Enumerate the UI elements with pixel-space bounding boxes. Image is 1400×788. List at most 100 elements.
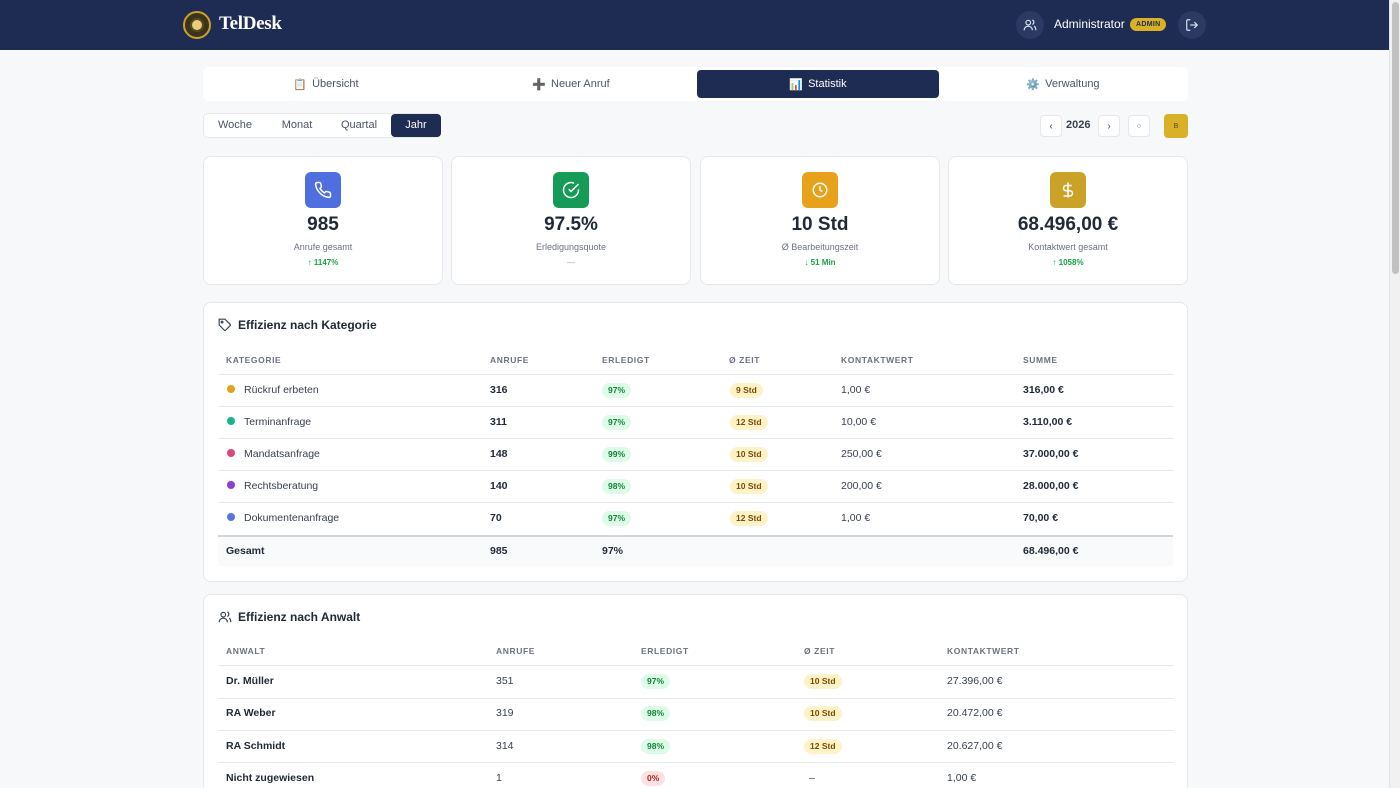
category-done-badge: 99% (602, 447, 632, 462)
tab-statistik[interactable]: 📊 Statistik (697, 70, 939, 98)
dollar-icon (1050, 172, 1086, 208)
plus-icon: ➕ (532, 78, 546, 91)
lawyer-value: 20.472,00 € (947, 707, 1003, 719)
kpi-card-value: 68.496,00 € Kontaktwert gesamt ↑ 1058% (948, 156, 1188, 285)
kpi-value: 985 (307, 214, 339, 235)
lawyer-name: RA Weber (226, 707, 276, 719)
total-calls: 985 (490, 545, 508, 557)
kpi-trend: ↑ 1058% (1052, 258, 1084, 267)
period-selector: Woche Monat Quartal Jahr (203, 113, 441, 138)
tab-neuer-anruf[interactable]: ➕ Neuer Anruf (451, 70, 691, 98)
category-color-dot (227, 513, 235, 521)
col-header-sum[interactable]: SUMME (1023, 355, 1058, 365)
row-divider (218, 698, 1173, 699)
period-quartal[interactable]: Quartal (328, 114, 390, 137)
lawyer-calls: 319 (496, 707, 514, 719)
category-sum: 316,00 € (1023, 384, 1064, 396)
category-time-badge: 9 Std (730, 383, 763, 398)
section-title-text: Effizienz nach Anwalt (238, 610, 361, 624)
category-name: Rückruf erbeten (244, 384, 319, 396)
row-divider (218, 730, 1173, 731)
chevron-left-icon: ‹ (1049, 120, 1053, 132)
section-title-text: Effizienz nach Kategorie (238, 318, 377, 332)
category-value: 1,00 € (841, 384, 871, 396)
category-done-badge: 97% (602, 511, 632, 526)
col-header-calls[interactable]: ANRUFE (490, 355, 529, 365)
total-label: Gesamt (226, 545, 265, 557)
kpi-label: Ø Bearbeitungszeit (781, 242, 859, 252)
category-color-dot (227, 417, 235, 425)
category-calls: 148 (490, 448, 508, 460)
lawyer-done-badge: 0% (641, 771, 666, 786)
lawyer-done-badge: 98% (641, 706, 671, 721)
category-color-dot (227, 385, 235, 393)
col-header-time[interactable]: Ø ZEIT (804, 646, 835, 656)
category-name: Dokumentenanfrage (244, 512, 340, 524)
role-badge: ADMIN (1130, 18, 1167, 31)
period-monat[interactable]: Monat (266, 114, 328, 137)
total-divider (218, 535, 1173, 537)
col-header-done[interactable]: ERLEDIGT (641, 646, 689, 656)
col-header-time[interactable]: Ø ZEIT (729, 355, 760, 365)
tab-label: Neuer Anruf (551, 78, 610, 90)
page-scrollbar[interactable] (1389, 0, 1400, 788)
section-title: Effizienz nach Anwalt (218, 610, 360, 624)
lawyer-time-badge: 12 Std (804, 739, 842, 754)
col-header-calls[interactable]: ANRUFE (496, 646, 535, 656)
col-header-value[interactable]: KONTAKTWERT (841, 355, 914, 365)
lawyer-value: 1,00 € (947, 772, 977, 784)
kpi-label: Anrufe gesamt (293, 242, 353, 252)
phone-icon (305, 172, 341, 208)
tab-verwaltung[interactable]: ⚙️ Verwaltung (943, 70, 1183, 98)
prev-year-button[interactable]: ‹ (1040, 115, 1062, 137)
tab-label: Verwaltung (1045, 78, 1100, 90)
top-header: TelDesk Administrator ADMIN (0, 0, 1389, 50)
category-sum: 37.000,00 € (1023, 448, 1079, 460)
kpi-label: Erledigungsquote (535, 242, 607, 252)
user-icon[interactable] (1016, 11, 1044, 39)
lawyer-time-badge: 10 Std (804, 674, 842, 689)
app-logo[interactable] (183, 11, 211, 39)
col-header-done[interactable]: ERLEDIGT (602, 355, 650, 365)
col-header-value[interactable]: KONTAKTWERT (947, 646, 1020, 656)
category-value: 10,00 € (841, 416, 877, 428)
scrollbar-thumb[interactable] (1392, 2, 1399, 274)
category-name: Terminanfrage (244, 416, 312, 428)
kpi-value: 97.5% (544, 214, 598, 235)
lawyer-efficiency-card: Effizienz nach Anwalt ANWALT ANRUFE ERLE… (203, 594, 1188, 788)
lawyer-calls: 1 (496, 772, 502, 784)
users-icon (218, 611, 232, 623)
category-name: Rechtsberatung (244, 480, 319, 492)
col-header-lawyer[interactable]: ANWALT (226, 646, 265, 656)
logout-icon[interactable] (1178, 11, 1206, 39)
reset-period-button[interactable]: ○ (1128, 115, 1150, 137)
kpi-label: Kontaktwert gesamt (1028, 242, 1108, 252)
category-color-dot (227, 449, 235, 457)
row-divider (218, 470, 1173, 471)
tab-label: Übersicht (312, 78, 359, 90)
tag-icon (218, 318, 231, 331)
kpi-card-completion: 97.5% Erledigungsquote — (451, 156, 691, 285)
category-value: 250,00 € (841, 448, 882, 460)
export-icon: B (1173, 122, 1179, 130)
category-efficiency-card: Effizienz nach Kategorie KATEGORIE ANRUF… (203, 302, 1188, 582)
category-done-badge: 97% (602, 415, 632, 430)
category-sum: 28.000,00 € (1023, 480, 1079, 492)
tab-label: Statistik (808, 78, 847, 90)
export-button[interactable]: B (1164, 114, 1188, 138)
category-value: 200,00 € (841, 480, 882, 492)
row-divider (218, 762, 1173, 763)
kpi-trend: — (567, 258, 575, 267)
lawyer-name: RA Schmidt (226, 740, 286, 752)
lawyer-calls: 351 (496, 675, 514, 687)
chart-icon: 📊 (789, 78, 804, 91)
next-year-button[interactable]: › (1098, 115, 1120, 137)
tab-uebersicht[interactable]: 📋 Übersicht (206, 70, 446, 98)
col-header-category[interactable]: KATEGORIE (226, 355, 281, 365)
kpi-trend: ↑ 1147% (307, 258, 339, 267)
category-done-badge: 98% (602, 479, 632, 494)
category-calls: 70 (490, 512, 502, 524)
period-woche[interactable]: Woche (204, 114, 266, 137)
category-done-badge: 97% (602, 383, 632, 398)
period-jahr[interactable]: Jahr (391, 114, 441, 137)
